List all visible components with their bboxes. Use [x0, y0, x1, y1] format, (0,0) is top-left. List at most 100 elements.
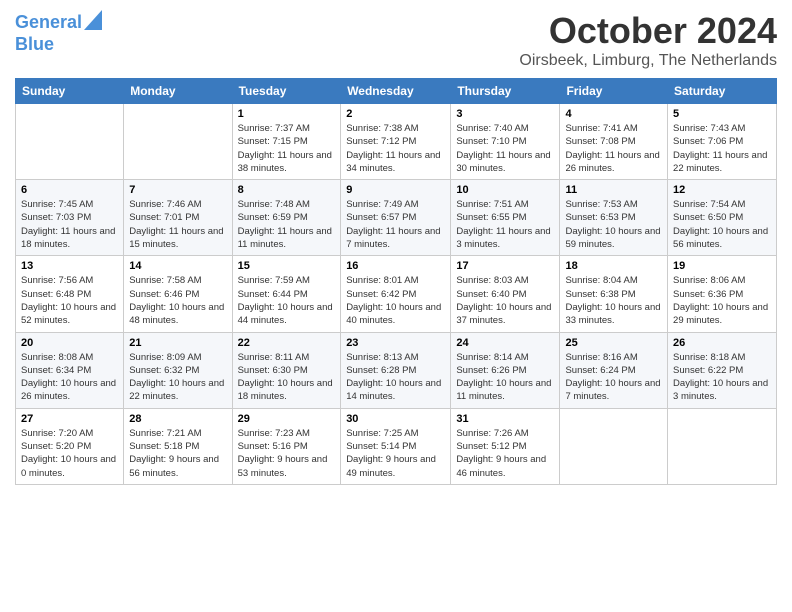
- day-info: Sunrise: 7:46 AMSunset: 7:01 PMDaylight:…: [129, 198, 226, 251]
- day-info: Sunrise: 7:43 AMSunset: 7:06 PMDaylight:…: [673, 122, 771, 175]
- day-number: 10: [456, 184, 554, 196]
- day-info: Sunrise: 8:04 AMSunset: 6:38 PMDaylight:…: [565, 274, 662, 327]
- day-info: Sunrise: 8:13 AMSunset: 6:28 PMDaylight:…: [346, 351, 445, 404]
- day-number: 17: [456, 260, 554, 272]
- month-title: October 2024: [519, 10, 777, 52]
- calendar-day-cell: 5 Sunrise: 7:43 AMSunset: 7:06 PMDayligh…: [668, 104, 777, 180]
- weekday-header: Sunday: [16, 79, 124, 104]
- calendar-day-cell: 14 Sunrise: 7:58 AMSunset: 6:46 PMDaylig…: [124, 256, 232, 332]
- calendar-week-row: 13 Sunrise: 7:56 AMSunset: 6:48 PMDaylig…: [16, 256, 777, 332]
- day-number: 5: [673, 108, 771, 120]
- calendar-day-cell: 30 Sunrise: 7:25 AMSunset: 5:14 PMDaylig…: [341, 408, 451, 484]
- day-number: 22: [238, 337, 336, 349]
- day-number: 8: [238, 184, 336, 196]
- page-header: General Blue October 2024 Oirsbeek, Limb…: [15, 10, 777, 70]
- calendar-day-cell: 8 Sunrise: 7:48 AMSunset: 6:59 PMDayligh…: [232, 180, 341, 256]
- calendar-week-row: 27 Sunrise: 7:20 AMSunset: 5:20 PMDaylig…: [16, 408, 777, 484]
- day-info: Sunrise: 7:51 AMSunset: 6:55 PMDaylight:…: [456, 198, 554, 251]
- calendar-day-cell: 15 Sunrise: 7:59 AMSunset: 6:44 PMDaylig…: [232, 256, 341, 332]
- day-info: Sunrise: 7:40 AMSunset: 7:10 PMDaylight:…: [456, 122, 554, 175]
- calendar-day-cell: [560, 408, 668, 484]
- day-info: Sunrise: 8:16 AMSunset: 6:24 PMDaylight:…: [565, 351, 662, 404]
- day-info: Sunrise: 7:26 AMSunset: 5:12 PMDaylight:…: [456, 427, 554, 480]
- day-info: Sunrise: 8:06 AMSunset: 6:36 PMDaylight:…: [673, 274, 771, 327]
- calendar-week-row: 6 Sunrise: 7:45 AMSunset: 7:03 PMDayligh…: [16, 180, 777, 256]
- day-number: 18: [565, 260, 662, 272]
- calendar-day-cell: [16, 104, 124, 180]
- day-info: Sunrise: 7:58 AMSunset: 6:46 PMDaylight:…: [129, 274, 226, 327]
- day-info: Sunrise: 8:03 AMSunset: 6:40 PMDaylight:…: [456, 274, 554, 327]
- calendar-day-cell: 23 Sunrise: 8:13 AMSunset: 6:28 PMDaylig…: [341, 332, 451, 408]
- weekday-header: Friday: [560, 79, 668, 104]
- day-number: 26: [673, 337, 771, 349]
- day-info: Sunrise: 7:45 AMSunset: 7:03 PMDaylight:…: [21, 198, 118, 251]
- day-number: 16: [346, 260, 445, 272]
- day-number: 31: [456, 413, 554, 425]
- calendar-day-cell: 20 Sunrise: 8:08 AMSunset: 6:34 PMDaylig…: [16, 332, 124, 408]
- calendar-day-cell: 9 Sunrise: 7:49 AMSunset: 6:57 PMDayligh…: [341, 180, 451, 256]
- logo-triangle-icon: [84, 10, 102, 30]
- calendar-day-cell: 31 Sunrise: 7:26 AMSunset: 5:12 PMDaylig…: [451, 408, 560, 484]
- day-info: Sunrise: 7:41 AMSunset: 7:08 PMDaylight:…: [565, 122, 662, 175]
- calendar-day-cell: 2 Sunrise: 7:38 AMSunset: 7:12 PMDayligh…: [341, 104, 451, 180]
- day-number: 13: [21, 260, 118, 272]
- day-number: 21: [129, 337, 226, 349]
- weekday-header: Saturday: [668, 79, 777, 104]
- calendar-day-cell: 22 Sunrise: 8:11 AMSunset: 6:30 PMDaylig…: [232, 332, 341, 408]
- day-number: 7: [129, 184, 226, 196]
- day-number: 14: [129, 260, 226, 272]
- day-number: 11: [565, 184, 662, 196]
- day-number: 20: [21, 337, 118, 349]
- calendar-day-cell: 21 Sunrise: 8:09 AMSunset: 6:32 PMDaylig…: [124, 332, 232, 408]
- calendar-day-cell: 13 Sunrise: 7:56 AMSunset: 6:48 PMDaylig…: [16, 256, 124, 332]
- day-info: Sunrise: 7:59 AMSunset: 6:44 PMDaylight:…: [238, 274, 336, 327]
- calendar-week-row: 1 Sunrise: 7:37 AMSunset: 7:15 PMDayligh…: [16, 104, 777, 180]
- day-number: 3: [456, 108, 554, 120]
- day-number: 6: [21, 184, 118, 196]
- day-info: Sunrise: 7:20 AMSunset: 5:20 PMDaylight:…: [21, 427, 118, 480]
- day-info: Sunrise: 7:37 AMSunset: 7:15 PMDaylight:…: [238, 122, 336, 175]
- day-number: 4: [565, 108, 662, 120]
- day-number: 27: [21, 413, 118, 425]
- calendar-day-cell: [124, 104, 232, 180]
- location: Oirsbeek, Limburg, The Netherlands: [519, 52, 777, 70]
- day-info: Sunrise: 7:48 AMSunset: 6:59 PMDaylight:…: [238, 198, 336, 251]
- day-info: Sunrise: 7:56 AMSunset: 6:48 PMDaylight:…: [21, 274, 118, 327]
- calendar-day-cell: 16 Sunrise: 8:01 AMSunset: 6:42 PMDaylig…: [341, 256, 451, 332]
- calendar-day-cell: 25 Sunrise: 8:16 AMSunset: 6:24 PMDaylig…: [560, 332, 668, 408]
- day-number: 1: [238, 108, 336, 120]
- day-number: 28: [129, 413, 226, 425]
- calendar-day-cell: 26 Sunrise: 8:18 AMSunset: 6:22 PMDaylig…: [668, 332, 777, 408]
- calendar-day-cell: 19 Sunrise: 8:06 AMSunset: 6:36 PMDaylig…: [668, 256, 777, 332]
- day-number: 15: [238, 260, 336, 272]
- day-info: Sunrise: 7:54 AMSunset: 6:50 PMDaylight:…: [673, 198, 771, 251]
- day-info: Sunrise: 8:11 AMSunset: 6:30 PMDaylight:…: [238, 351, 336, 404]
- calendar-day-cell: 29 Sunrise: 7:23 AMSunset: 5:16 PMDaylig…: [232, 408, 341, 484]
- day-info: Sunrise: 7:53 AMSunset: 6:53 PMDaylight:…: [565, 198, 662, 251]
- calendar-week-row: 20 Sunrise: 8:08 AMSunset: 6:34 PMDaylig…: [16, 332, 777, 408]
- day-number: 30: [346, 413, 445, 425]
- day-number: 9: [346, 184, 445, 196]
- day-info: Sunrise: 8:01 AMSunset: 6:42 PMDaylight:…: [346, 274, 445, 327]
- day-number: 25: [565, 337, 662, 349]
- calendar-day-cell: 1 Sunrise: 7:37 AMSunset: 7:15 PMDayligh…: [232, 104, 341, 180]
- day-number: 24: [456, 337, 554, 349]
- logo-text-line2: Blue: [15, 35, 54, 55]
- calendar-day-cell: 3 Sunrise: 7:40 AMSunset: 7:10 PMDayligh…: [451, 104, 560, 180]
- day-info: Sunrise: 8:18 AMSunset: 6:22 PMDaylight:…: [673, 351, 771, 404]
- day-info: Sunrise: 7:23 AMSunset: 5:16 PMDaylight:…: [238, 427, 336, 480]
- day-info: Sunrise: 7:25 AMSunset: 5:14 PMDaylight:…: [346, 427, 445, 480]
- calendar-day-cell: 28 Sunrise: 7:21 AMSunset: 5:18 PMDaylig…: [124, 408, 232, 484]
- calendar-day-cell: [668, 408, 777, 484]
- day-info: Sunrise: 8:08 AMSunset: 6:34 PMDaylight:…: [21, 351, 118, 404]
- calendar-day-cell: 12 Sunrise: 7:54 AMSunset: 6:50 PMDaylig…: [668, 180, 777, 256]
- day-number: 23: [346, 337, 445, 349]
- calendar-day-cell: 27 Sunrise: 7:20 AMSunset: 5:20 PMDaylig…: [16, 408, 124, 484]
- weekday-header: Monday: [124, 79, 232, 104]
- day-info: Sunrise: 8:09 AMSunset: 6:32 PMDaylight:…: [129, 351, 226, 404]
- calendar-table: SundayMondayTuesdayWednesdayThursdayFrid…: [15, 78, 777, 485]
- calendar-day-cell: 10 Sunrise: 7:51 AMSunset: 6:55 PMDaylig…: [451, 180, 560, 256]
- day-number: 2: [346, 108, 445, 120]
- calendar-day-cell: 4 Sunrise: 7:41 AMSunset: 7:08 PMDayligh…: [560, 104, 668, 180]
- day-number: 29: [238, 413, 336, 425]
